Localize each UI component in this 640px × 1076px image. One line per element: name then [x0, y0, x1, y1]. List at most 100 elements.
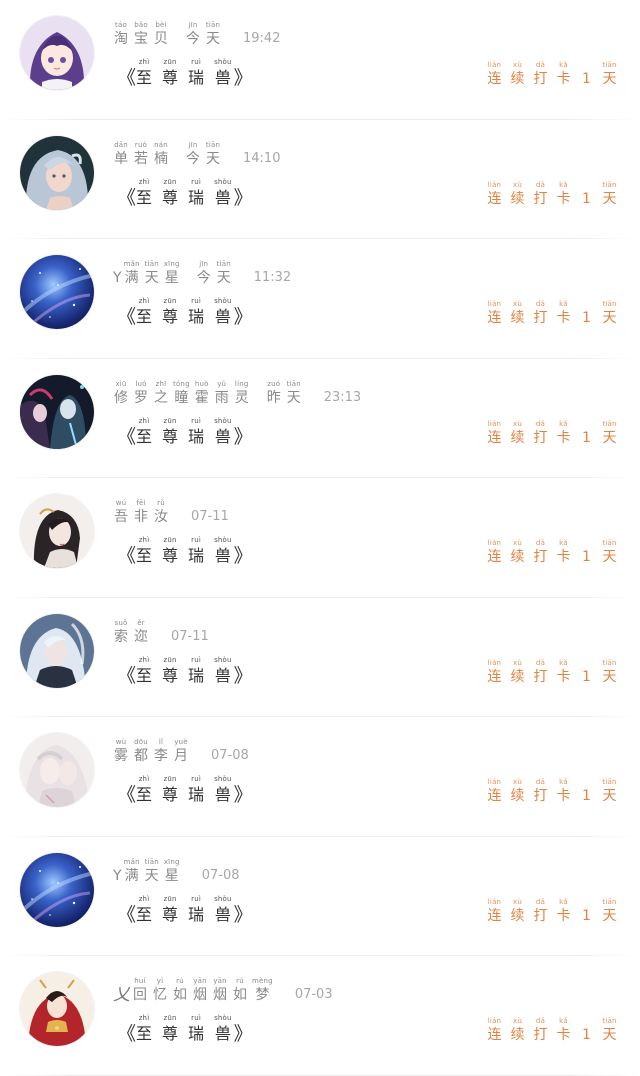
pinyin: zhì	[138, 297, 150, 305]
contact-meta: dān 单 ruò 若 nán 楠 jīn 今 tiān 天 14:10	[113, 134, 280, 168]
pinyin: zūn	[163, 775, 177, 783]
pinyin: ruì	[191, 177, 201, 186]
list-item[interactable]: 乂 huí 回 yì 忆 rú 如 yān 烟 yān 烟 rú 如 mèng 梦 07-03 《 zhì 至 zūn…	[0, 956, 640, 1076]
streak-char: 1	[578, 1017, 595, 1044]
message-title: 《 zhì 至 zūn 尊 ruì 瑞 shòu 兽》	[117, 531, 253, 567]
pinyin	[585, 898, 587, 907]
avatar-red-robe-man[interactable]	[20, 972, 94, 1046]
avatar-silver-hair-girl[interactable]	[20, 135, 94, 210]
contact-meta: suǒ 索 ěr 迩 07-11	[113, 612, 209, 646]
pinyin: tiān	[602, 300, 617, 308]
close-bracket: 》	[233, 1023, 253, 1045]
streak-char: 1	[578, 300, 595, 327]
name-char: tiān 天	[144, 260, 160, 287]
pinyin	[585, 539, 587, 548]
hanzi: 天	[602, 788, 617, 804]
pinyin: wù	[115, 738, 127, 746]
pinyin: zhì	[138, 536, 150, 544]
hanzi: 1	[582, 668, 591, 685]
pinyin: dǎ	[535, 658, 546, 667]
pinyin: dǎ	[535, 539, 546, 547]
pinyin: dǎ	[535, 1017, 546, 1025]
list-item[interactable]: Ymǎn 满 tiān 天 xīng 星 jīn 今 tiān 天 11:32 《 zhì 至 zūn 尊 ru…	[0, 239, 640, 359]
avatar-ink-man[interactable]	[20, 494, 94, 568]
hanzi: 天	[286, 389, 301, 406]
open-bracket: 《	[117, 425, 137, 448]
hanzi: 续	[510, 429, 525, 446]
hanzi: 天	[206, 150, 220, 167]
hanzi: 天	[602, 310, 617, 326]
message-title: 《 zhì 至 zūn 尊 ruì 瑞 shòu 兽》	[117, 53, 253, 89]
streak-char: 1	[578, 778, 595, 805]
list-item[interactable]: wú 吾 fēi 非 rǔ 汝 07-11 《 zhì 至 zūn 尊 ruì 瑞 shòu 兽》 lián 连 x…	[0, 478, 640, 598]
message-title: 《 zhì 至 zūn 尊 ruì 瑞 shòu 兽》	[117, 412, 253, 448]
message-time: 07-08	[201, 867, 240, 883]
list-item[interactable]: suǒ 索 ěr 迩 07-11 《 zhì 至 zūn 尊 ruì 瑞 shòu 兽》 lián 连 xù 续 d…	[0, 598, 640, 717]
hanzi: 月	[174, 748, 188, 764]
name-prefix: Y	[113, 867, 122, 884]
streak-char: dǎ 打	[532, 420, 549, 447]
streak-char: kǎ 卡	[555, 778, 572, 805]
pinyin: tiān	[144, 260, 159, 268]
avatar-white-hair-man[interactable]	[20, 613, 94, 688]
pinyin: dǎ	[535, 180, 546, 189]
pinyin: zhì	[138, 58, 150, 66]
hanzi: 兽	[214, 307, 231, 326]
pinyin: zūn	[163, 655, 177, 664]
hanzi: 迩	[134, 628, 148, 645]
list-item[interactable]: wù 雾 dōu 都 lǐ 李 yuè 月 07-08 《 zhì 至 zūn 尊 ruì 瑞 shòu 兽》 li…	[0, 717, 640, 837]
streak-char: xù 续	[509, 300, 526, 327]
title-char: zūn 尊	[162, 536, 178, 567]
pinyin: kǎ	[559, 897, 568, 906]
list-item[interactable]: dān 单 ruò 若 nán 楠 jīn 今 tiān 天 14:10 《 zhì 至 zūn 尊 ruì 瑞 s…	[0, 120, 640, 239]
hanzi: 续	[510, 788, 525, 804]
pinyin	[585, 61, 587, 70]
streak-char: 1	[578, 898, 595, 925]
list-item[interactable]: xiū 修 luó 罗 zhī 之 tóng 瞳 huò 霍 yǔ 雨 líng 灵 zuó 昨 tiān 天 23…	[0, 359, 640, 478]
pinyin: tiān	[602, 658, 617, 667]
list-item[interactable]: Ymǎn 满 tiān 天 xīng 星 07-08 《 zhì 至 zūn 尊 ruì 瑞 shòu 兽》 l…	[0, 837, 640, 956]
hanzi: 续	[510, 907, 525, 924]
hanzi: 若	[134, 150, 148, 167]
pinyin: suǒ	[114, 618, 128, 627]
pinyin: shòu	[214, 177, 232, 186]
pinyin: mǎn	[123, 857, 140, 866]
streak-char: tiān 天	[601, 778, 618, 805]
pinyin: xù	[513, 180, 522, 189]
pinyin: xù	[513, 419, 522, 428]
avatar-dark-couple[interactable]	[20, 374, 94, 449]
hanzi: 雨	[214, 389, 229, 406]
contact-name: dān 单 ruò 若 nán 楠	[113, 141, 173, 168]
pinyin: zūn	[163, 1014, 177, 1022]
title-char: zhì 至	[136, 58, 152, 89]
hanzi: 至	[136, 307, 153, 326]
open-bracket: 《	[117, 664, 137, 687]
name-prefix: Y	[113, 270, 122, 286]
hanzi: 1	[582, 429, 591, 446]
hanzi: 天	[602, 1027, 617, 1043]
message-time: 07-03	[294, 987, 333, 1002]
pinyin: lián	[487, 300, 502, 308]
hanzi: 天	[602, 668, 617, 685]
avatar-anime-girl-purple[interactable]	[20, 16, 94, 90]
hanzi: 连	[487, 71, 502, 87]
name-char: xiū 修	[113, 380, 129, 407]
name-char: huí 回	[132, 977, 148, 1004]
streak-char: tiān 天	[601, 300, 618, 327]
avatar-pale-couple[interactable]	[20, 733, 94, 807]
streak-char: xù 续	[509, 659, 526, 686]
contact-meta: 乂 huí 回 yì 忆 rú 如 yān 烟 yān 烟 rú 如 mèng 梦 07-03	[113, 970, 333, 1004]
pinyin: lián	[487, 180, 502, 189]
avatar-galaxy[interactable]	[20, 852, 94, 927]
open-bracket: 《	[117, 1023, 137, 1045]
streak-char: lián 连	[486, 898, 503, 925]
list-item[interactable]: táo 淘 bǎo 宝 bèi 贝 jīn 今 tiān 天 19:42 《 zhì 至 zūn 尊 ruì 瑞 s…	[0, 0, 640, 120]
title-char: shòu 兽	[214, 536, 232, 567]
pinyin: lián	[487, 1017, 502, 1025]
pinyin: xù	[513, 61, 522, 69]
pinyin: ruì	[191, 775, 201, 783]
name-char: tóng 瞳	[173, 380, 190, 407]
avatar-galaxy[interactable]	[20, 255, 94, 329]
pinyin: kǎ	[559, 61, 568, 69]
hanzi: 打	[533, 788, 548, 804]
